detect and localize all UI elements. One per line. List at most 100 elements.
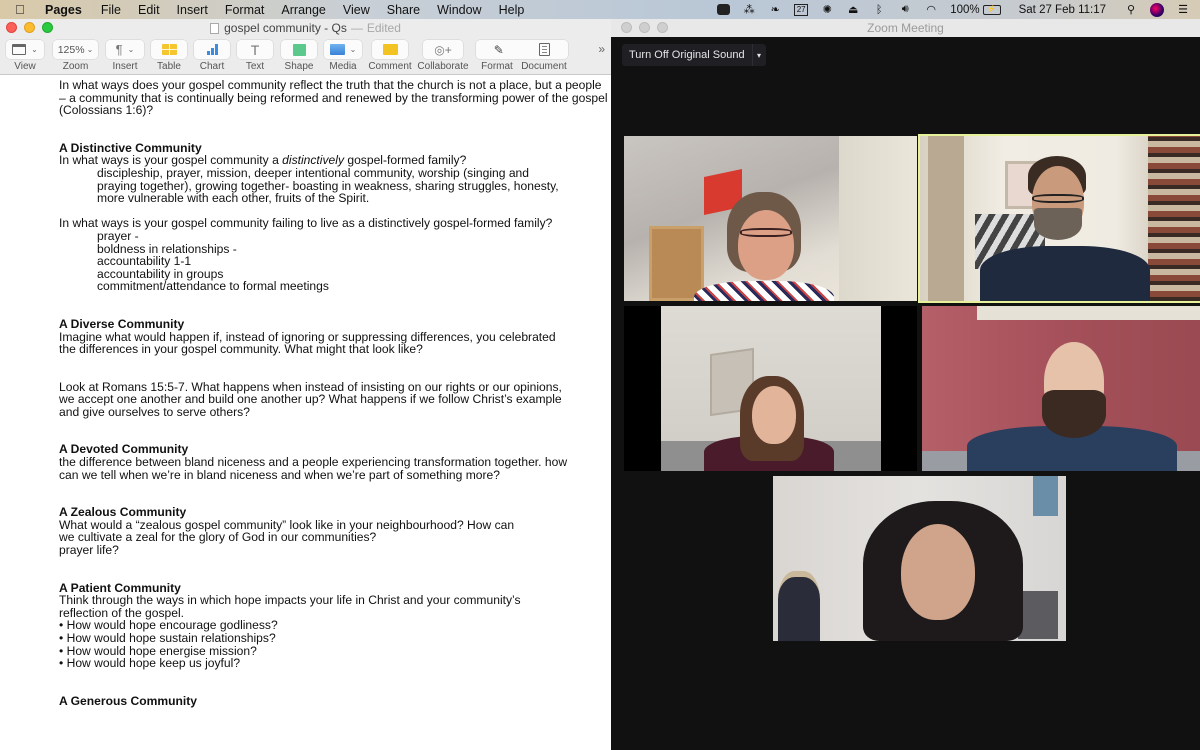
chart-icon xyxy=(206,44,218,55)
minimize-button[interactable] xyxy=(639,22,650,33)
spotlight-search-icon[interactable]: ⚲ xyxy=(1124,4,1138,16)
ceiling xyxy=(977,306,1200,320)
battery-icon[interactable]: ⚡ xyxy=(982,4,1001,15)
original-sound-dropdown-icon[interactable]: ▾ xyxy=(751,44,766,66)
diverse-paragraph-1: Imagine what would happen if, instead of… xyxy=(59,329,556,357)
clock[interactable]: Sat 27 Feb 11:17 xyxy=(1019,4,1106,16)
patient-paragraph: Think through the ways in which hope imp… xyxy=(59,593,521,620)
table-icon xyxy=(161,44,177,55)
media-button[interactable]: ⌄ xyxy=(324,40,362,59)
menu-app-pages[interactable]: Pages xyxy=(45,3,82,17)
person-body xyxy=(980,246,1150,301)
chart-button[interactable] xyxy=(194,40,230,59)
media-icon xyxy=(329,44,345,55)
view-button[interactable]: ⌄ xyxy=(6,40,44,59)
zoom-title-bar: Zoom Meeting xyxy=(611,19,1200,37)
shape-button[interactable] xyxy=(281,40,317,59)
bookshelves xyxy=(1148,136,1200,301)
menu-bar:  Pages File Edit Insert Format Arrange … xyxy=(0,0,1200,19)
collaborate-button[interactable]: ◎+ xyxy=(423,40,463,59)
video-tile-participant-4[interactable] xyxy=(922,306,1200,471)
glasses xyxy=(740,228,792,237)
glasses xyxy=(1032,194,1084,203)
comment-button[interactable] xyxy=(372,40,408,59)
text-label: Text xyxy=(245,61,265,72)
fullscreen-button[interactable] xyxy=(657,22,668,33)
airplay-icon[interactable]: ⏏ xyxy=(846,4,860,16)
calendar-icon[interactable]: 27 xyxy=(794,3,809,16)
fullscreen-button[interactable] xyxy=(42,22,53,33)
comment-icon xyxy=(382,44,398,55)
document-body[interactable]: In what ways does your gospel community … xyxy=(0,76,611,750)
close-button[interactable] xyxy=(6,22,17,33)
minimize-button[interactable] xyxy=(24,22,35,33)
zoom-meeting-window: Zoom Meeting Turn Off Original Sound ▾ xyxy=(611,19,1200,750)
menu-format[interactable]: Format xyxy=(225,3,265,17)
view-label: View xyxy=(14,61,36,72)
sidebar-layout-icon xyxy=(12,44,27,55)
insert-button[interactable]: ¶ ⌄ xyxy=(106,40,144,59)
volume-icon[interactable]: 🔊︎ xyxy=(898,3,912,16)
video-tile-participant-5[interactable] xyxy=(773,476,1066,641)
bluetooth-icon[interactable]: ᛒ xyxy=(872,4,886,16)
zoom-icon[interactable] xyxy=(716,4,730,16)
person-body xyxy=(694,281,834,301)
menu-window[interactable]: Window xyxy=(437,3,481,17)
notification-center-icon[interactable]: ☰ xyxy=(1176,4,1190,16)
dropbox-sync-icon[interactable]: ⁂ xyxy=(742,4,756,16)
toolbar-overflow-icon[interactable]: » xyxy=(598,42,605,56)
menu-view[interactable]: View xyxy=(343,3,370,17)
window-controls xyxy=(621,22,668,33)
eye-icon[interactable]: ✺ xyxy=(820,4,834,16)
beard xyxy=(1042,390,1106,438)
document-title: gospel community - Qs xyxy=(224,21,347,35)
pages-title-bar: gospel community - Qs — Edited xyxy=(0,19,611,37)
siri-icon[interactable] xyxy=(1150,2,1164,17)
pilcrow-icon: ¶ xyxy=(115,42,123,57)
video-tile-participant-1[interactable] xyxy=(624,136,917,301)
document-proxy-icon[interactable] xyxy=(210,22,220,34)
apple-logo-icon[interactable]:  xyxy=(15,2,31,17)
intro-question: In what ways does your gospel community … xyxy=(59,78,608,118)
add-person-icon: ◎+ xyxy=(434,42,452,57)
battery-percent: 100% xyxy=(950,3,980,16)
format-document-group: ✎ xyxy=(476,40,568,59)
wifi-icon[interactable]: ◠ xyxy=(924,4,938,16)
menu-help[interactable]: Help xyxy=(499,3,525,17)
pages-toolbar: ⌄ View 125% ⌄ Zoom ¶ ⌄ Insert Table Chart … xyxy=(0,37,611,75)
diverse-paragraph-2: Look at Romans 15:5-7. What happens when… xyxy=(59,379,562,419)
text-icon: T xyxy=(250,41,260,58)
edited-status: Edited xyxy=(366,21,401,35)
patient-bullet: • How would hope keep us joyful? xyxy=(59,656,241,671)
menu-edit[interactable]: Edit xyxy=(138,3,160,17)
zoom-value: 125% xyxy=(57,43,85,56)
insert-label: Insert xyxy=(112,61,138,72)
person-face xyxy=(738,210,794,280)
chevron-down-icon: ⌄ xyxy=(127,45,135,54)
turn-off-original-sound-button[interactable]: Turn Off Original Sound xyxy=(622,49,752,61)
chevron-down-icon: ⌄ xyxy=(86,45,94,54)
text-button[interactable]: T xyxy=(237,40,273,59)
wall-panel xyxy=(839,136,917,301)
menu-arrange[interactable]: Arrange xyxy=(281,3,325,17)
beard xyxy=(1034,208,1082,240)
video-tile-participant-3[interactable] xyxy=(624,306,917,471)
distinctive-question-2: In what ways is your gospel community fa… xyxy=(59,216,553,231)
calendar-day: 27 xyxy=(794,3,809,16)
zealous-paragraph: What would a “zealous gospel community” … xyxy=(59,517,515,545)
menu-share[interactable]: Share xyxy=(387,3,420,17)
person-face xyxy=(752,386,796,444)
video-tile-participant-2[interactable] xyxy=(918,134,1200,303)
person-face xyxy=(901,524,975,620)
menu-file[interactable]: File xyxy=(101,3,121,17)
evernote-icon[interactable]: ❧ xyxy=(768,4,782,16)
zoom-select[interactable]: 125% ⌄ xyxy=(53,40,98,59)
menu-insert[interactable]: Insert xyxy=(177,3,208,17)
comment-label: Comment xyxy=(368,61,412,72)
table-button[interactable] xyxy=(151,40,187,59)
document-icon[interactable] xyxy=(539,43,551,56)
format-paintbrush-icon[interactable]: ✎ xyxy=(494,43,504,57)
format-label: Format xyxy=(481,61,513,72)
close-button[interactable] xyxy=(621,22,632,33)
zoom-label: Zoom xyxy=(62,61,89,72)
